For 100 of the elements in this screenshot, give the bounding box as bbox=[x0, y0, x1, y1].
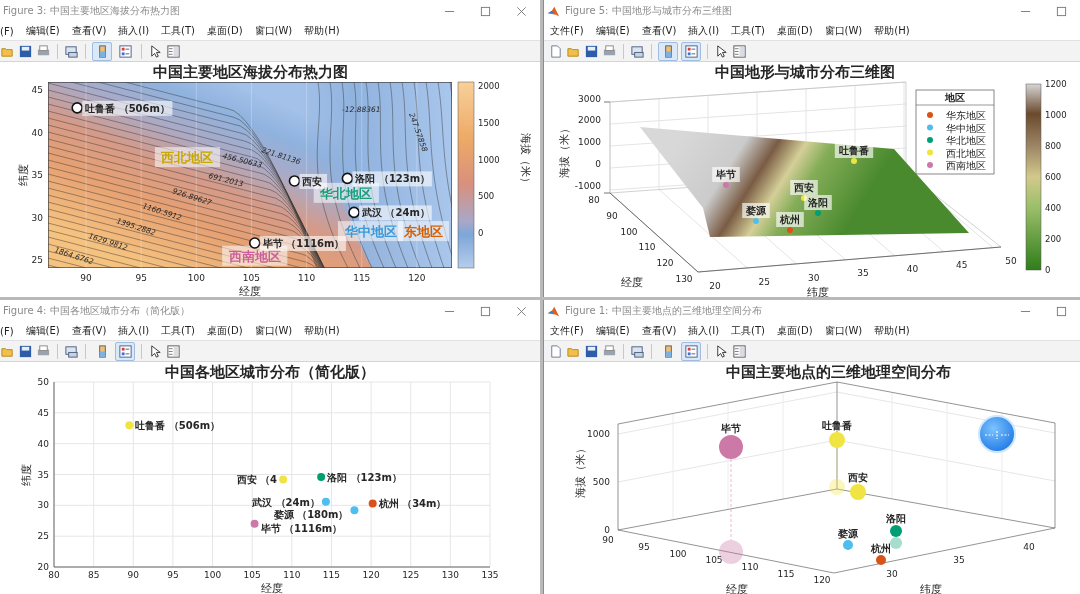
tick-label: 100 bbox=[203, 570, 222, 580]
tick-label: 110 bbox=[283, 570, 301, 580]
drop-line bbox=[836, 447, 838, 480]
tick-label: 45 bbox=[31, 85, 43, 95]
tick-label: 80 bbox=[588, 195, 600, 205]
menu-item[interactable]: 窗口(W) bbox=[824, 324, 863, 338]
menu-item[interactable]: 编辑(E) bbox=[25, 324, 60, 338]
save-icon[interactable] bbox=[584, 43, 599, 59]
tick-label: 120 bbox=[813, 575, 831, 585]
menu-item[interactable]: 编辑(E) bbox=[595, 24, 630, 38]
city-label: 洛阳 （123m） bbox=[352, 171, 432, 187]
app-icon bbox=[547, 4, 560, 18]
app-icon bbox=[547, 304, 560, 318]
tick-label: 130 bbox=[675, 274, 693, 284]
city-marker bbox=[288, 175, 301, 187]
menu-item[interactable]: 插入(I) bbox=[118, 324, 150, 338]
window-title: Figure 4: 中国各地区城市分布（简化版） bbox=[3, 304, 190, 318]
tick-label: 500 bbox=[478, 191, 495, 202]
tick-label: 20 bbox=[37, 562, 49, 572]
menu-item[interactable]: 文件(F) bbox=[550, 324, 584, 338]
save-icon[interactable] bbox=[18, 43, 33, 59]
save-icon[interactable] bbox=[584, 343, 599, 359]
menu-item[interactable]: 桌面(D) bbox=[207, 24, 243, 38]
tick-label: 85 bbox=[87, 570, 100, 580]
menu-item[interactable]: 查看(V) bbox=[71, 24, 107, 38]
pointer-icon[interactable] bbox=[714, 43, 729, 59]
tick-label: 130 bbox=[441, 570, 459, 580]
menu-item[interactable]: 查看(V) bbox=[71, 324, 107, 338]
colorbar-button[interactable] bbox=[92, 41, 112, 61]
tick-label: 40 bbox=[31, 127, 43, 138]
tick-label: 25 bbox=[31, 255, 43, 265]
maximize-icon bbox=[479, 5, 491, 17]
print-preview-icon[interactable] bbox=[630, 43, 645, 59]
menu-item[interactable]: 查看(V) bbox=[641, 24, 677, 38]
floating-ball-icon[interactable] bbox=[978, 415, 1016, 453]
city-label: 武汉 （24m） bbox=[359, 205, 432, 221]
menu-item[interactable]: 文件(F) bbox=[550, 24, 584, 38]
menu-item[interactable]: 查看(V) bbox=[641, 324, 677, 338]
menu-item[interactable]: 窗口(W) bbox=[254, 24, 293, 38]
menu-item[interactable]: 帮助(H) bbox=[304, 324, 340, 338]
tick-label: 105 bbox=[243, 570, 261, 580]
pointer-icon[interactable] bbox=[714, 343, 729, 359]
bubble-shadow bbox=[829, 479, 845, 495]
menu-item[interactable]: 桌面(D) bbox=[777, 324, 813, 338]
menu-item[interactable]: 窗口(W) bbox=[254, 324, 293, 338]
menu-item[interactable]: 编辑(E) bbox=[595, 324, 630, 338]
menu-item[interactable]: 桌面(D) bbox=[777, 24, 813, 38]
tick-label: 0 bbox=[478, 228, 484, 238]
tick-label: 2000 bbox=[478, 81, 500, 91]
new-file-icon[interactable] bbox=[548, 43, 563, 59]
menu-item[interactable]: 窗口(W) bbox=[824, 24, 863, 38]
menu-item[interactable]: 编辑(E) bbox=[25, 24, 60, 38]
menu-item[interactable]: (F) bbox=[0, 25, 14, 37]
menu-item[interactable]: 帮助(H) bbox=[874, 24, 910, 38]
tick-label: 0 bbox=[604, 525, 610, 535]
tick-label: 40 bbox=[37, 438, 49, 449]
tick-label: -1000 bbox=[574, 180, 601, 191]
colorbar-label: 海拔（米） bbox=[519, 132, 532, 188]
menu-item[interactable]: 工具(T) bbox=[731, 324, 766, 338]
menu-item[interactable]: 工具(T) bbox=[161, 324, 196, 338]
tick-label: 25 bbox=[37, 531, 49, 542]
pointer-icon[interactable] bbox=[148, 43, 163, 59]
pointer-icon[interactable] bbox=[148, 343, 163, 359]
menu-item[interactable]: 帮助(H) bbox=[874, 324, 910, 338]
save-icon[interactable] bbox=[18, 343, 33, 359]
menu-item[interactable]: (F) bbox=[0, 325, 14, 337]
tick-label: 100 bbox=[669, 549, 687, 559]
menu-item[interactable]: 桌面(D) bbox=[207, 324, 243, 338]
tick-label: 105 bbox=[242, 273, 261, 283]
print-preview-icon[interactable] bbox=[64, 43, 79, 59]
menu-item[interactable]: 插入(I) bbox=[118, 24, 150, 38]
tick-label: 135 bbox=[481, 570, 499, 580]
tick-label: 35 bbox=[37, 469, 49, 480]
legend-label: 西北地区 bbox=[946, 147, 986, 159]
tick-label: 1000 bbox=[587, 429, 610, 439]
menu-item[interactable]: 插入(I) bbox=[688, 324, 720, 338]
legend-button[interactable] bbox=[115, 341, 135, 361]
menu-item[interactable]: 工具(T) bbox=[731, 24, 766, 38]
tick-label: 35 bbox=[953, 555, 965, 565]
print-preview-icon[interactable] bbox=[630, 343, 645, 359]
tick-label: 600 bbox=[1045, 172, 1062, 182]
legend-icon bbox=[117, 43, 133, 59]
tick-label: 80 bbox=[48, 570, 60, 580]
print-preview-icon[interactable] bbox=[64, 343, 79, 359]
legend-label: 华东地区 bbox=[946, 110, 986, 121]
tick-label: 120 bbox=[362, 570, 380, 580]
colorbar-button[interactable] bbox=[658, 41, 678, 61]
menu-item[interactable]: 帮助(H) bbox=[304, 24, 340, 38]
tick-label: 35 bbox=[31, 170, 43, 180]
city-label: 吐鲁番 bbox=[834, 143, 874, 158]
legend-button[interactable] bbox=[681, 41, 701, 61]
tick-label: 1500 bbox=[478, 117, 500, 128]
chart-title: 中国各地区城市分布（简化版） bbox=[165, 363, 375, 381]
tick-label: 50 bbox=[1005, 255, 1017, 266]
tick-label: 35 bbox=[857, 268, 869, 279]
legend-button[interactable] bbox=[681, 341, 701, 361]
legend-icon bbox=[683, 43, 699, 59]
menu-item[interactable]: 插入(I) bbox=[688, 24, 720, 38]
new-file-icon[interactable] bbox=[548, 343, 563, 359]
menu-item[interactable]: 工具(T) bbox=[161, 24, 196, 38]
